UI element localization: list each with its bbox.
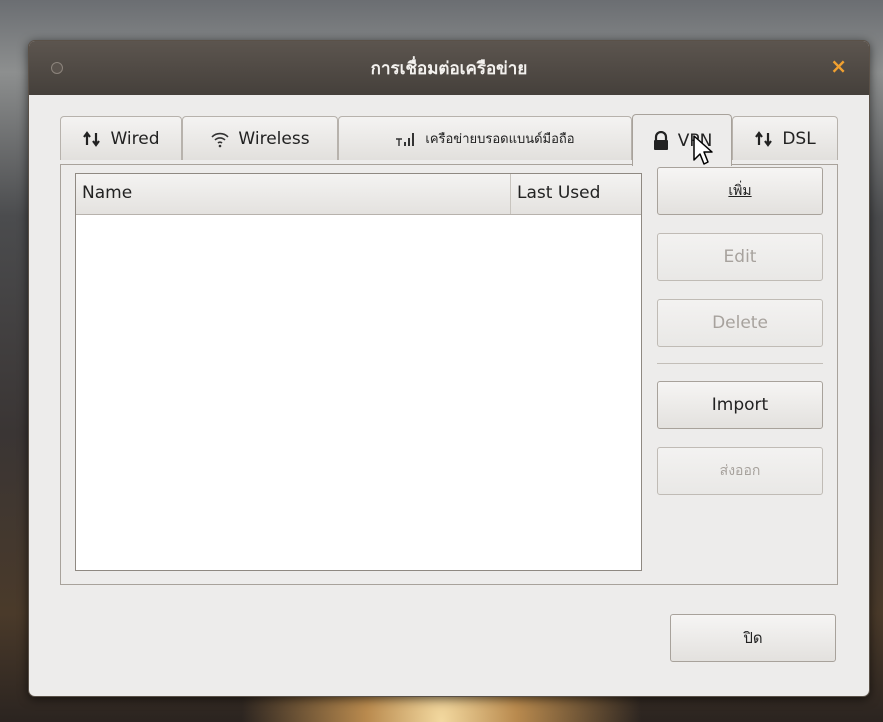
- tab-wired[interactable]: Wired: [60, 116, 182, 160]
- tab-label: Wired: [110, 128, 160, 149]
- lock-icon: [652, 130, 670, 151]
- window-title: การเชื่อมต่อเครือข่าย: [370, 59, 528, 79]
- signal-bars-icon: [395, 131, 417, 147]
- delete-button[interactable]: Delete: [657, 299, 823, 347]
- export-button[interactable]: ส่งออก: [657, 447, 823, 495]
- tab-bar: Wired Wireless เครือข่ายบรอดแบนด์มือถือ …: [60, 114, 838, 166]
- tab-wireless[interactable]: Wireless: [182, 116, 338, 160]
- tab-vpn[interactable]: VPN: [632, 114, 732, 166]
- close-button[interactable]: ปิด: [670, 614, 836, 662]
- network-connections-window: การเชื่อมต่อเครือข่าย × Wired Wireless เ…: [28, 40, 870, 697]
- tab-mobile-broadband[interactable]: เครือข่ายบรอดแบนด์มือถือ: [338, 116, 632, 160]
- export-button-label: ส่งออก: [719, 463, 761, 479]
- tab-label: เครือข่ายบรอดแบนด์มือถือ: [425, 132, 575, 147]
- add-button-label: เพิ่ม: [728, 183, 752, 199]
- edit-button-label: Edit: [723, 247, 757, 267]
- titlebar[interactable]: การเชื่อมต่อเครือข่าย ×: [29, 41, 869, 95]
- connection-type-notebook: Wired Wireless เครือข่ายบรอดแบนด์มือถือ …: [60, 114, 838, 585]
- wifi-icon: [210, 130, 230, 148]
- import-button[interactable]: Import: [657, 381, 823, 429]
- close-window-icon[interactable]: ×: [830, 54, 847, 78]
- add-button[interactable]: เพิ่ม: [657, 167, 823, 215]
- column-header-name[interactable]: Name: [76, 174, 511, 214]
- edit-button[interactable]: Edit: [657, 233, 823, 281]
- connection-list[interactable]: Name Last Used: [75, 173, 642, 571]
- list-header: Name Last Used: [76, 174, 641, 215]
- vpn-panel: Name Last Used เพิ่ม Edit Delete Import …: [60, 164, 838, 585]
- import-button-label: Import: [711, 395, 769, 415]
- tab-dsl[interactable]: DSL: [732, 116, 838, 160]
- tab-label: Wireless: [238, 128, 310, 149]
- network-arrows-icon: [82, 130, 102, 147]
- button-separator: [657, 363, 823, 364]
- delete-button-label: Delete: [712, 313, 768, 333]
- close-button-label: ปิด: [743, 629, 763, 647]
- column-header-last-used[interactable]: Last Used: [511, 174, 641, 214]
- network-arrows-icon: [754, 130, 774, 147]
- mouse-pointer-icon: [692, 134, 716, 174]
- tab-label: DSL: [782, 128, 816, 149]
